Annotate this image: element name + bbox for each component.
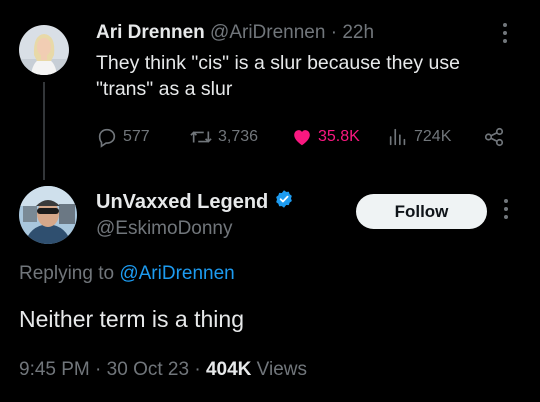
replying-prefix: Replying to	[19, 263, 115, 284]
main-tweet-text: Neither term is a thing	[19, 306, 244, 332]
heart-icon	[291, 126, 313, 148]
main-more-icon[interactable]	[503, 198, 509, 224]
reply-icon	[96, 126, 118, 148]
parent-handle[interactable]: @AriDrennen	[210, 22, 325, 43]
share-action[interactable]	[483, 126, 505, 148]
parent-text-line-1: They think "cis" is a slur because they …	[96, 52, 460, 74]
reply-action[interactable]: 577	[96, 126, 150, 148]
meta-separator: ·	[194, 359, 201, 380]
share-icon	[483, 126, 505, 148]
follow-button[interactable]: Follow	[356, 194, 487, 229]
main-handle[interactable]: @EskimoDonny	[96, 218, 233, 240]
main-display-name[interactable]: UnVaxxed Legend	[96, 191, 268, 214]
replying-to-line: Replying to @AriDrennen	[19, 263, 235, 285]
parent-text-line-2: "trans" as a slur	[96, 78, 233, 100]
tweet-time[interactable]: 9:45 PM	[19, 359, 90, 380]
header-separator: ·	[330, 22, 338, 43]
main-avatar[interactable]	[19, 186, 77, 244]
parent-tweet-text: They think "cis" is a slur because they …	[96, 50, 526, 102]
tweet-meta: 9:45 PM · 30 Oct 23 · 404K Views	[19, 359, 307, 381]
replying-to-link[interactable]: @AriDrennen	[119, 263, 234, 284]
parent-display-name[interactable]: Ari Drennen	[96, 22, 205, 43]
parent-time[interactable]: 22h	[342, 22, 374, 43]
views-total: 404K	[205, 359, 252, 380]
thread-connector-line	[43, 82, 45, 180]
like-action[interactable]: 35.8K	[291, 126, 360, 148]
retweet-icon	[189, 126, 213, 148]
main-name-row: UnVaxxed Legend	[96, 189, 294, 215]
views-label: Views	[256, 359, 307, 380]
retweet-action[interactable]: 3,736	[189, 126, 258, 148]
views-count: 724K	[414, 128, 452, 145]
reply-count: 577	[123, 128, 150, 145]
parent-more-icon[interactable]	[502, 22, 508, 48]
parent-action-bar: 577 3,736 35.8K 724K	[96, 126, 521, 152]
views-icon	[387, 126, 409, 148]
verified-badge-icon	[274, 189, 294, 215]
parent-header: Ari Drennen @AriDrennen · 22h	[96, 22, 374, 44]
retweet-count: 3,736	[218, 128, 259, 145]
like-count: 35.8K	[318, 128, 360, 145]
tweet-date[interactable]: 30 Oct 23	[107, 359, 189, 380]
parent-avatar[interactable]	[19, 25, 69, 75]
views-action[interactable]: 724K	[387, 126, 451, 148]
meta-separator: ·	[95, 359, 102, 380]
